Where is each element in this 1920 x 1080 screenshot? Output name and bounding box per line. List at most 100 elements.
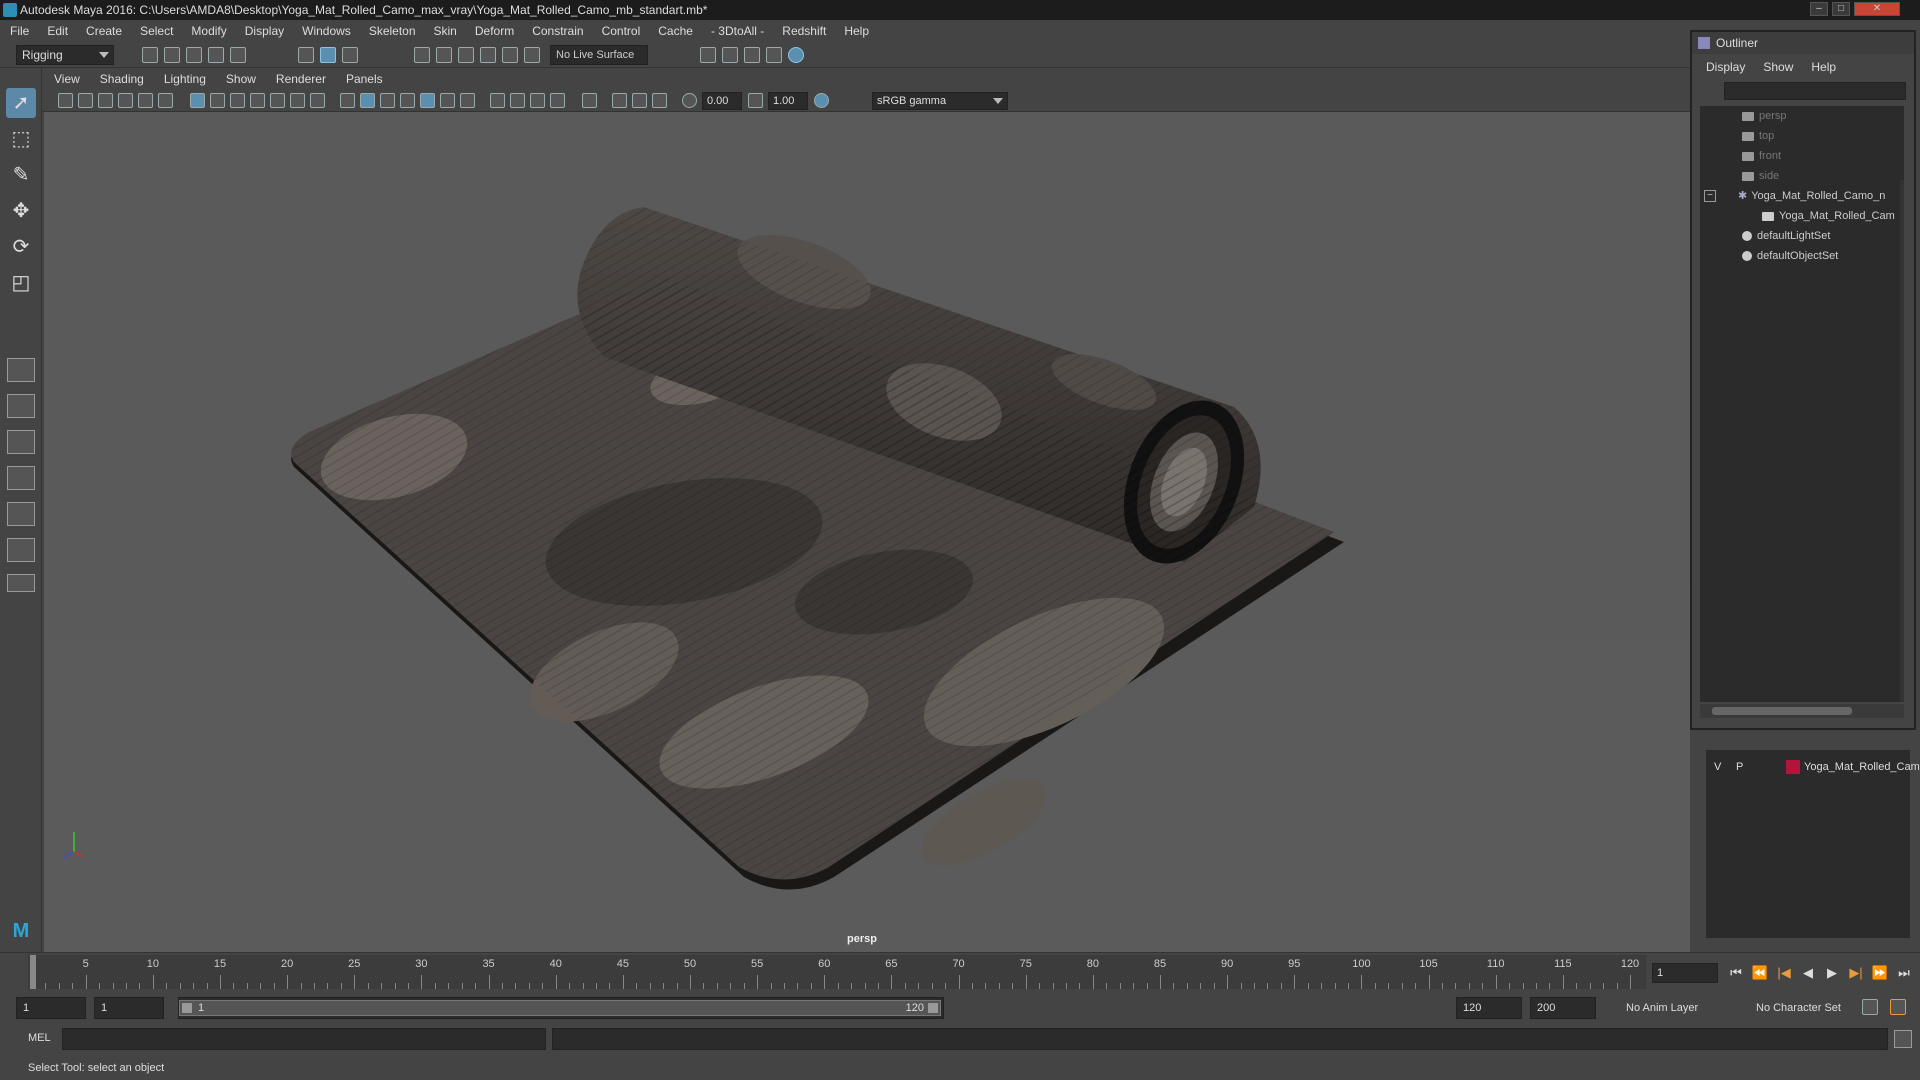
go-to-start-icon[interactable]: ⏮ — [1726, 963, 1746, 983]
maximize-button[interactable]: □ — [1832, 2, 1850, 16]
play-backward-icon[interactable]: ◀ — [1798, 963, 1818, 983]
perspective-viewport[interactable]: persp — [44, 112, 1690, 952]
select-tool-icon[interactable]: ➚ — [6, 88, 36, 118]
render-frame-icon[interactable] — [722, 47, 738, 63]
screen-space-ao-icon[interactable] — [490, 93, 505, 108]
panel-menu-show[interactable]: Show — [226, 72, 256, 86]
menu-constrain[interactable]: Constrain — [532, 24, 583, 38]
four-pane-layout-icon[interactable] — [7, 394, 35, 418]
two-pane-layout-icon[interactable] — [7, 430, 35, 454]
outliner-item-front[interactable]: front — [1742, 146, 1781, 166]
menu-windows[interactable]: Windows — [302, 24, 351, 38]
step-forward-frame-icon[interactable]: ▶| — [1846, 963, 1866, 983]
exposure-field[interactable]: 0.00 — [702, 92, 742, 110]
wireframe-icon[interactable] — [340, 93, 355, 108]
field-chart-icon[interactable] — [270, 93, 285, 108]
panel-menu-panels[interactable]: Panels — [346, 72, 383, 86]
grease-pencil-icon[interactable] — [158, 93, 173, 108]
animation-start-field[interactable]: 1 — [16, 997, 86, 1019]
animation-preferences-icon[interactable] — [1890, 999, 1906, 1015]
panel-menu-view[interactable]: View — [54, 72, 80, 86]
select-camera-icon[interactable] — [58, 93, 73, 108]
outliner-item-persp[interactable]: persp — [1742, 106, 1787, 126]
go-to-end-icon[interactable]: ⏭ — [1894, 963, 1914, 983]
menu-help[interactable]: Help — [844, 24, 869, 38]
render-settings-icon[interactable] — [766, 47, 782, 63]
layer-color-swatch[interactable] — [1786, 760, 1800, 774]
step-back-key-icon[interactable]: ⏪ — [1750, 963, 1770, 983]
render-view-icon[interactable] — [700, 47, 716, 63]
collapse-icon[interactable]: − — [1704, 190, 1716, 203]
animation-end-field[interactable]: 200 — [1530, 997, 1596, 1019]
menu-control[interactable]: Control — [602, 24, 641, 38]
view-transform-select[interactable]: sRGB gamma — [872, 92, 1008, 110]
image-plane-icon[interactable] — [118, 93, 133, 108]
snap-pivot-icon[interactable] — [524, 47, 540, 63]
select-object-icon[interactable] — [320, 47, 336, 63]
xray-joints-icon[interactable] — [632, 93, 647, 108]
range-fill[interactable]: 1 120 — [179, 1000, 941, 1016]
gamma-field[interactable]: 1.00 — [768, 92, 808, 110]
undo-icon[interactable] — [208, 47, 224, 63]
outliner-menu-show[interactable]: Show — [1763, 60, 1793, 74]
outliner-menu-display[interactable]: Display — [1706, 60, 1745, 74]
safe-title-icon[interactable] — [310, 93, 325, 108]
menu-display[interactable]: Display — [245, 24, 284, 38]
two-d-pan-zoom-icon[interactable] — [138, 93, 153, 108]
step-back-frame-icon[interactable]: |◀ — [1774, 963, 1794, 983]
menu-skeleton[interactable]: Skeleton — [369, 24, 416, 38]
range-start-handle[interactable] — [182, 1003, 192, 1013]
scale-tool-icon[interactable]: ◰ — [6, 268, 36, 298]
layer-visibility-toggle[interactable]: V — [1714, 758, 1721, 776]
open-scene-icon[interactable] — [164, 47, 180, 63]
film-gate-icon[interactable] — [210, 93, 225, 108]
current-frame-field[interactable]: 1 — [1652, 963, 1718, 983]
outliner-search-input[interactable] — [1724, 82, 1906, 100]
smooth-shade-icon[interactable] — [360, 93, 375, 108]
playback-start-field[interactable]: 1 — [94, 997, 164, 1019]
menu-cache[interactable]: Cache — [658, 24, 693, 38]
new-scene-icon[interactable] — [142, 47, 158, 63]
xray-components-icon[interactable] — [652, 93, 667, 108]
range-end-handle[interactable] — [928, 1003, 938, 1013]
lasso-tool-icon[interactable]: ⬚ — [6, 124, 36, 154]
menu-create[interactable]: Create — [86, 24, 122, 38]
motion-blur-icon[interactable] — [510, 93, 525, 108]
snap-view-icon[interactable] — [480, 47, 496, 63]
range-bar[interactable]: 1 120 — [178, 997, 944, 1019]
grid-icon[interactable] — [190, 93, 205, 108]
gate-mask-icon[interactable] — [250, 93, 265, 108]
layer-playback-toggle[interactable]: P — [1736, 758, 1743, 776]
hypershade-layout-icon[interactable] — [7, 538, 35, 562]
snap-point-icon[interactable] — [458, 47, 474, 63]
resolution-gate-icon[interactable] — [230, 93, 245, 108]
wireframe-on-shaded-icon[interactable] — [400, 93, 415, 108]
script-editor-icon[interactable] — [1894, 1030, 1912, 1048]
current-time-indicator[interactable] — [30, 955, 36, 989]
menu-set-select[interactable]: Rigging — [16, 45, 114, 65]
custom-layout-icon[interactable] — [7, 574, 35, 592]
depth-of-field-icon[interactable] — [550, 93, 565, 108]
menu-file[interactable]: File — [10, 24, 29, 38]
outliner-item-top[interactable]: top — [1742, 126, 1774, 146]
outliner-item-group[interactable]: − ✱ Yoga_Mat_Rolled_Camo_n — [1704, 186, 1885, 206]
command-input[interactable] — [62, 1028, 546, 1050]
menu-deform[interactable]: Deform — [475, 24, 514, 38]
save-scene-icon[interactable] — [186, 47, 202, 63]
panel-menu-lighting[interactable]: Lighting — [164, 72, 206, 86]
menu-redshift[interactable]: Redshift — [782, 24, 826, 38]
xray-icon[interactable] — [612, 93, 627, 108]
gamma-icon[interactable] — [748, 93, 763, 108]
persp-outliner-layout-icon[interactable] — [7, 466, 35, 490]
outliner-item-default-light-set[interactable]: defaultLightSet — [1742, 226, 1830, 246]
select-component-icon[interactable] — [342, 47, 358, 63]
isolate-select-icon[interactable] — [582, 93, 597, 108]
color-management-icon[interactable] — [814, 93, 829, 108]
auto-key-icon[interactable] — [1862, 999, 1878, 1015]
outliner-item-side[interactable]: side — [1742, 166, 1779, 186]
live-surface-field[interactable]: No Live Surface — [550, 45, 648, 65]
outliner-item-mesh[interactable]: Yoga_Mat_Rolled_Cam — [1762, 206, 1895, 226]
rotate-tool-icon[interactable]: ⟳ — [6, 232, 36, 262]
snap-grid-icon[interactable] — [414, 47, 430, 63]
menu-edit[interactable]: Edit — [47, 24, 68, 38]
